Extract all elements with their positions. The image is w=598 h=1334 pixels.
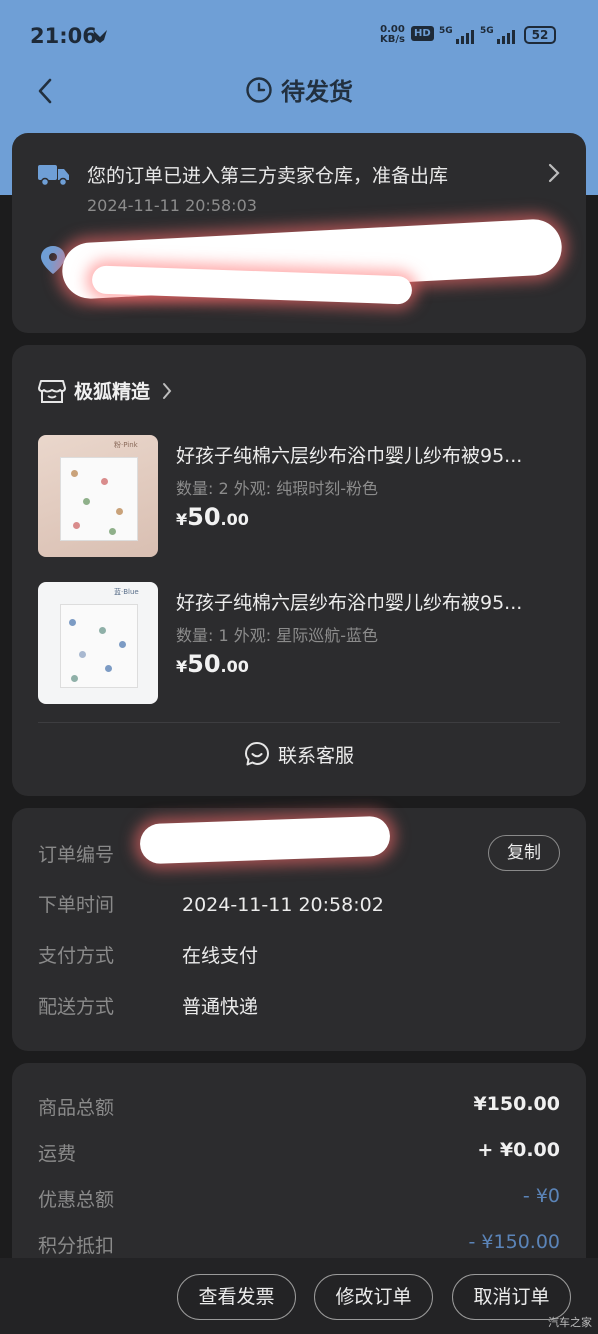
order-time-label: 下单时间 — [38, 894, 115, 916]
points-value: - ¥150.00 — [468, 1231, 560, 1253]
chat-icon — [244, 742, 269, 766]
order-info-card: 订单编号 复制 下单时间 2024-11-11 20:58:02 支付方式 在线支付… — [12, 808, 586, 1051]
product-name: 好孩子纯棉六层纱布浴巾婴儿纱布被95... — [176, 592, 523, 614]
fox-app-icon — [93, 30, 107, 43]
chevron-right-icon — [163, 382, 172, 399]
discount-row: 优惠总额 - ¥0 — [38, 1185, 560, 1212]
goods-total-label: 商品总额 — [38, 1097, 115, 1119]
payment-label: 支付方式 — [38, 945, 115, 967]
product-thumbnail: 粉·Pink — [38, 435, 158, 557]
order-time-row: 下单时间 2024-11-11 20:58:02 — [38, 890, 384, 917]
store-name: 极狐精造 — [74, 381, 151, 403]
view-invoice-button[interactable]: 查看发票 — [177, 1274, 296, 1320]
product-spec: 数量: 2 外观: 纯瑕时刻-粉色 — [176, 479, 378, 498]
redacted-order-number — [139, 815, 391, 865]
contact-service-label: 联系客服 — [277, 745, 354, 767]
goods-total-value: ¥150.00 — [473, 1093, 560, 1115]
copy-button[interactable]: 复制 — [488, 835, 560, 871]
delivery-row: 配送方式 普通快递 — [38, 992, 258, 1019]
delivery-label: 配送方式 — [38, 996, 115, 1018]
product-spec: 数量: 1 外观: 星际巡航-蓝色 — [176, 626, 378, 645]
delivery-value: 普通快递 — [182, 996, 259, 1018]
status-bar: 21:06 0.00 KB/s HD 5G 5G 52 — [0, 0, 598, 70]
product-price: ¥50.00 — [176, 503, 249, 531]
freight-value: + ¥0.00 — [477, 1139, 560, 1161]
shipping-card[interactable]: 您的订单已进入第三方卖家仓库，准备出库 2024-11-11 20:58:03 — [12, 133, 586, 333]
points-label: 积分抵扣 — [38, 1235, 115, 1257]
network-speed: 0.00 KB/s — [380, 24, 405, 45]
bottom-action-bar: 查看发票 修改订单 取消订单 汽车之家 — [0, 1258, 598, 1334]
payment-row: 支付方式 在线支付 — [38, 941, 258, 968]
hd-badge: HD — [411, 26, 434, 41]
chevron-right-icon[interactable] — [548, 163, 560, 183]
store-link[interactable]: 极狐精造 — [38, 377, 172, 404]
contact-service-button[interactable]: 联系客服 — [12, 741, 586, 768]
thumbnail-tag: 蓝·Blue — [114, 588, 139, 596]
thumbnail-tag: 粉·Pink — [114, 441, 138, 449]
clock-icon — [246, 77, 272, 103]
modify-order-button[interactable]: 修改订单 — [314, 1274, 433, 1320]
order-time-value: 2024-11-11 20:58:02 — [182, 894, 384, 916]
status-time: 21:06 — [30, 24, 97, 48]
payment-value: 在线支付 — [182, 945, 259, 967]
title-text: 待发货 — [281, 78, 353, 106]
product-price: ¥50.00 — [176, 650, 249, 678]
goods-total-row: 商品总额 ¥150.00 — [38, 1093, 560, 1120]
signal-icon-2: 5G — [480, 26, 515, 44]
product-name: 好孩子纯棉六层纱布浴巾婴儿纱布被95... — [176, 445, 523, 467]
freight-row: 运费 + ¥0.00 — [38, 1139, 560, 1166]
page-title: 待发货 — [0, 72, 598, 107]
store-icon — [38, 379, 66, 403]
signal-icon-1: 5G — [439, 26, 474, 44]
points-row: 积分抵扣 - ¥150.00 — [38, 1231, 560, 1258]
battery-icon: 52 — [524, 26, 556, 44]
shipping-time: 2024-11-11 20:58:03 — [87, 196, 257, 215]
truck-icon — [38, 165, 69, 187]
freight-label: 运费 — [38, 1143, 77, 1165]
divider — [38, 722, 560, 723]
product-thumbnail: 蓝·Blue — [38, 582, 158, 704]
discount-value: - ¥0 — [522, 1185, 560, 1207]
product-item[interactable]: 粉·Pink 好孩子纯棉六层纱布浴巾婴儿纱布被95... 数量: 2 外观: 纯… — [38, 435, 568, 559]
discount-label: 优惠总额 — [38, 1189, 115, 1211]
nav-bar: 待发货 — [0, 70, 598, 114]
shipping-message: 您的订单已进入第三方卖家仓库，准备出库 — [87, 165, 449, 187]
watermark: 汽车之家 — [548, 1316, 592, 1329]
product-item[interactable]: 蓝·Blue 好孩子纯棉六层纱布浴巾婴儿纱布被95... 数量: 1 外观: 星… — [38, 582, 568, 706]
products-card: 极狐精造 粉·Pink 好孩子纯棉六层纱布浴巾婴儿纱布被95... 数量: 2 … — [12, 345, 586, 796]
